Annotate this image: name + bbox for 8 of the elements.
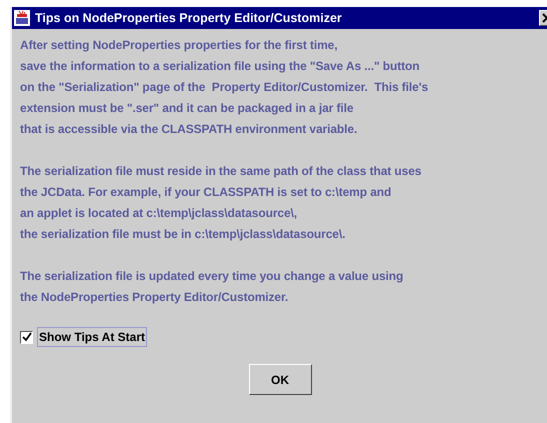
window-title: Tips on NodeProperties Property Editor/Customizer: [35, 11, 343, 25]
ok-button[interactable]: OK: [248, 364, 312, 395]
tip-paragraph: After setting NodeProperties properties for the first time, save the information to a serialization file using the "Save As ..." button on the "Serialization" page of the Property Editor/Customizer. This file's extension must be ".ser" and it can be packaged in a jar file that is accessible via the CLASSPATH environment variable.: [20, 37, 430, 138]
tip-paragraph: The serialization file is updated every time you change a value using the NodeProperties Property Editor/Customizer.: [20, 268, 404, 306]
checkbox[interactable]: [20, 330, 33, 344]
tip-paragraph: The serialization file must reside in the same path of the class that uses the JCData. For example, if your CLASSPATH is set to c:\temp and an applet is located at c:\temp\jclass\datasource\, the serialization file must be in c:\temp\jclass\datasource\.: [20, 163, 422, 243]
app-icon: [14, 10, 30, 26]
checkbox-label[interactable]: Show Tips At Start: [37, 327, 148, 347]
